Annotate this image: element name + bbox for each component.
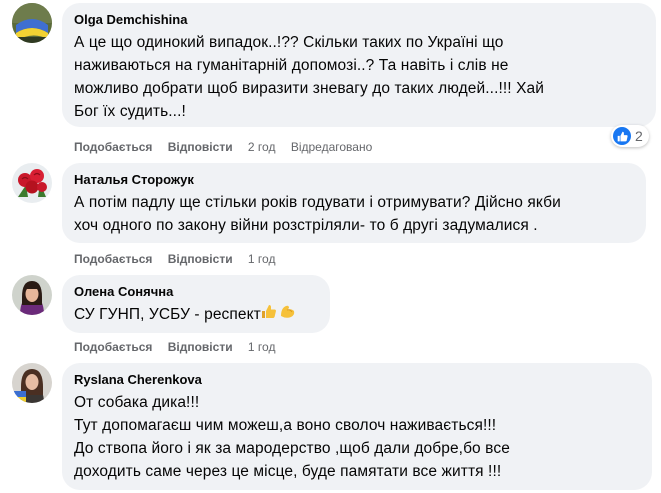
comment-line: наживаються на гуманітарній допомозі..? … bbox=[74, 57, 509, 74]
comment-line: А потім падлу ще стільки років годувати … bbox=[74, 194, 561, 211]
author-avatar[interactable] bbox=[12, 275, 52, 315]
comment-actions: Подобається Відповісти 1 год bbox=[74, 340, 275, 354]
comment-line: А це що одинокий випадок..!?? Скільки та… bbox=[74, 34, 504, 51]
separator bbox=[281, 140, 284, 154]
like-button[interactable]: Подобається bbox=[74, 140, 152, 154]
comment-bubble: Ryslana Cherenkova От собака дика!!! Тут… bbox=[62, 363, 652, 490]
author-name[interactable]: Наталья Сторожук bbox=[74, 172, 634, 188]
comment-bubble: Наталья Сторожук А потім падлу ще стільк… bbox=[62, 163, 646, 243]
comment-time[interactable]: 1 год bbox=[248, 340, 276, 354]
comment-line: От собака дика!!! bbox=[74, 394, 200, 411]
comment-line: хоч одного по закону війни розстріляли- … bbox=[74, 217, 538, 234]
author-name[interactable]: Olga Demchishina bbox=[74, 12, 644, 28]
comment-bubble: Олена Сонячна СУ ГУНП, УСБУ - респект bbox=[62, 275, 330, 333]
comment-text: СУ ГУНП, УСБУ - респект bbox=[74, 303, 318, 326]
comment-time[interactable]: 1 год bbox=[248, 252, 276, 266]
separator bbox=[239, 252, 242, 266]
comment-line: Тут допомагаєш чим можеш,а воно сволоч н… bbox=[74, 417, 497, 434]
like-button[interactable]: Подобається bbox=[74, 340, 152, 354]
comment-line: можливо добрати щоб виразити зневагу до … bbox=[74, 80, 545, 97]
comment-line: До ствопа його і як за мародерство ,щоб … bbox=[74, 440, 510, 457]
separator bbox=[158, 252, 161, 266]
comment-text: От собака дика!!! Тут допомагаєш чим мож… bbox=[74, 391, 640, 483]
comment-bubble: Olga Demchishina А це що одинокий випадо… bbox=[62, 3, 656, 127]
separator bbox=[239, 140, 242, 154]
comment-text: А потім падлу ще стільки років годувати … bbox=[74, 191, 634, 237]
author-name[interactable]: Олена Сонячна bbox=[74, 284, 318, 300]
separator bbox=[158, 340, 161, 354]
reaction-count: 2 bbox=[635, 128, 643, 144]
comment-line: СУ ГУНП, УСБУ - респект bbox=[74, 306, 261, 323]
author-avatar[interactable] bbox=[12, 3, 52, 43]
comment-line: Бог їх судить...! bbox=[74, 103, 186, 120]
flexed-biceps-icon bbox=[279, 303, 296, 326]
reply-button[interactable]: Відповісти bbox=[168, 140, 233, 154]
comment-text: А це що одинокий випадок..!?? Скільки та… bbox=[74, 31, 644, 123]
reply-button[interactable]: Відповісти bbox=[168, 340, 233, 354]
comment-actions: Подобається Відповісти 2 год Відредагова… bbox=[74, 140, 372, 154]
separator bbox=[239, 340, 242, 354]
comment-time[interactable]: 2 год bbox=[248, 140, 276, 154]
like-reaction-icon bbox=[613, 127, 631, 145]
comment-line: доходить саме через це місце, буде памят… bbox=[74, 463, 502, 480]
thumbs-up-icon bbox=[261, 303, 277, 326]
author-name[interactable]: Ryslana Cherenkova bbox=[74, 372, 640, 388]
reply-button[interactable]: Відповісти bbox=[168, 252, 233, 266]
like-button[interactable]: Подобається bbox=[74, 252, 152, 266]
separator bbox=[158, 140, 161, 154]
edited-label[interactable]: Відредаговано bbox=[291, 140, 372, 154]
reaction-summary[interactable]: 2 bbox=[611, 125, 649, 147]
author-avatar[interactable] bbox=[12, 363, 52, 403]
comment-actions: Подобається Відповісти 1 год bbox=[74, 252, 275, 266]
author-avatar[interactable] bbox=[12, 163, 52, 203]
